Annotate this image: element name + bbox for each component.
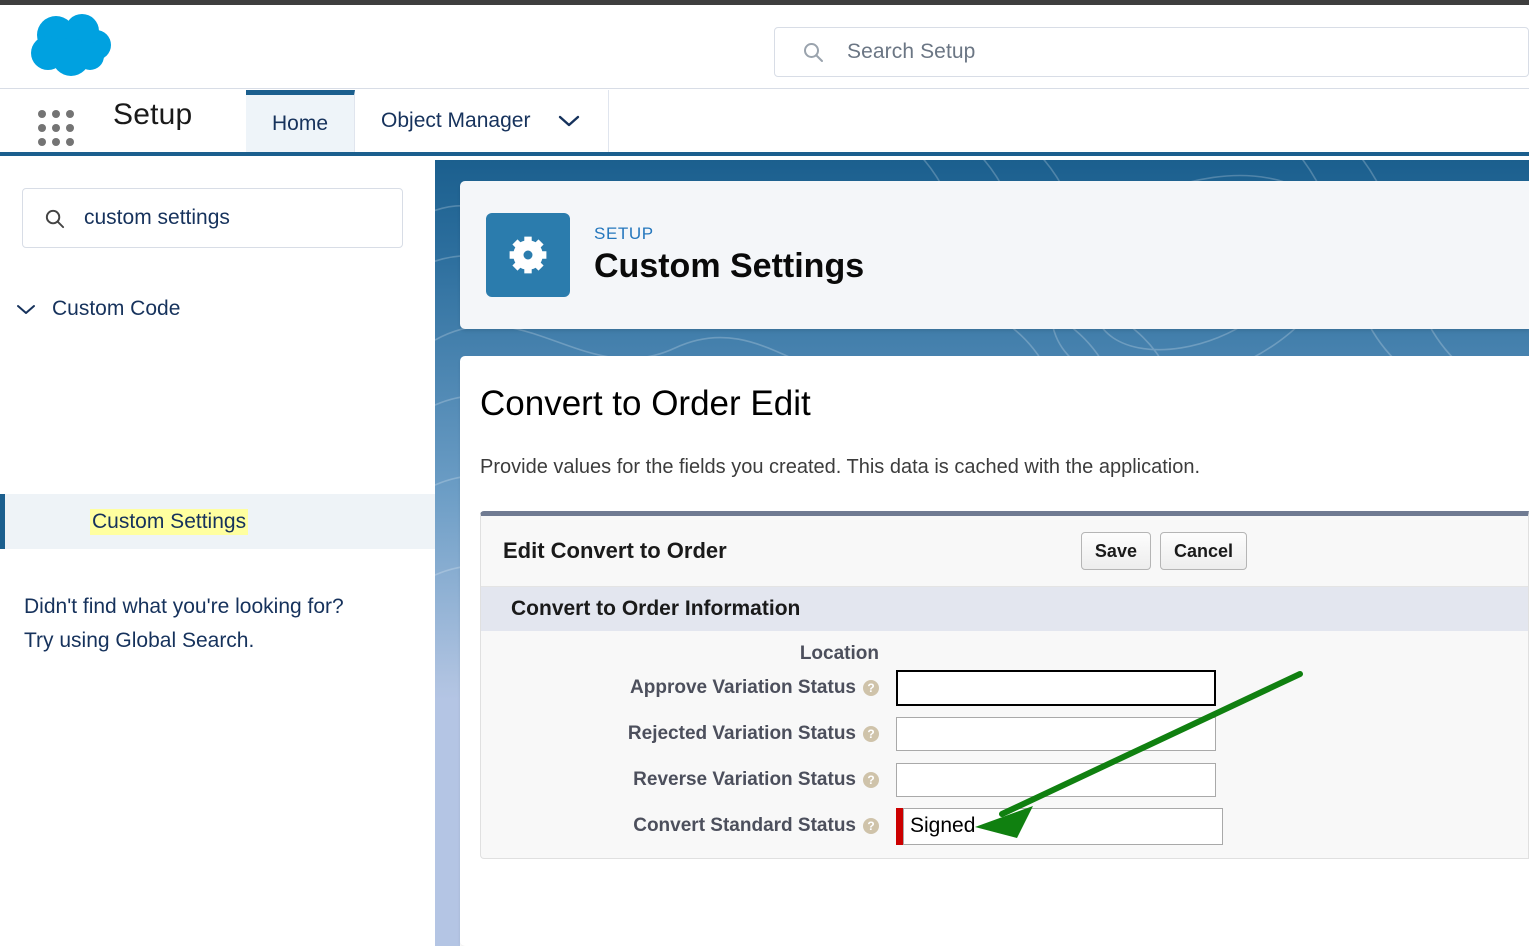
panel-action-buttons: Save Cancel <box>1080 532 1247 570</box>
chevron-down-icon[interactable] <box>556 113 582 129</box>
sidebar-group-label: Custom Code <box>52 297 181 320</box>
help-icon[interactable]: ? <box>863 772 879 788</box>
help-icon[interactable]: ? <box>863 680 879 696</box>
field-label-reverse-variation-status: Reverse Variation Status ? <box>481 769 879 791</box>
content-heading: Convert to Order Edit <box>480 384 811 423</box>
gear-icon <box>486 213 570 297</box>
cancel-button[interactable]: Cancel <box>1159 532 1247 570</box>
field-row-rejected-variation-status: Rejected Variation Status ? <box>481 711 1528 757</box>
setup-sidebar: custom settings Custom Code Custom Setti… <box>0 160 435 946</box>
app-launcher-grid-icon[interactable] <box>38 110 74 146</box>
field-list: Location Approve Variation Status ? Reje… <box>481 631 1528 849</box>
panel-title-bar: Edit Convert to Order Save Cancel <box>481 516 1528 587</box>
field-row-reverse-variation-status: Reverse Variation Status ? <box>481 757 1528 803</box>
field-label-convert-standard-status: Convert Standard Status ? <box>481 815 879 837</box>
chevron-down-icon[interactable] <box>14 302 38 316</box>
backdrop-left-strip <box>435 700 460 946</box>
save-button-label: Save <box>1094 540 1137 561</box>
salesforce-cloud-logo[interactable] <box>26 13 122 79</box>
tab-home[interactable]: Home <box>246 90 356 152</box>
field-label-rejected-variation-status: Rejected Variation Status ? <box>481 723 879 745</box>
global-search-placeholder: Search Setup <box>847 40 976 63</box>
column-header-location: Location <box>799 643 879 664</box>
save-button[interactable]: Save <box>1080 532 1151 570</box>
sidebar-group-custom-code[interactable]: Custom Code <box>0 285 435 333</box>
quick-find-search-input[interactable]: custom settings <box>22 188 403 248</box>
sidebar-item-label: Custom Settings <box>90 508 249 535</box>
tab-home-label: Home <box>272 111 329 135</box>
panel-title: Edit Convert to Order <box>503 538 727 563</box>
field-label-text: Approve Variation Status <box>630 677 856 698</box>
quick-find-value: custom settings <box>84 206 230 229</box>
global-search-box[interactable]: Search Setup <box>774 27 1529 77</box>
field-control-wrap: Signed <box>896 807 1223 845</box>
nav-tab-list: Home Object Manager <box>246 90 610 152</box>
cancel-button-label: Cancel <box>1173 540 1233 561</box>
field-label-text: Rejected Variation Status <box>627 723 856 744</box>
convert-standard-status-input[interactable]: Signed <box>903 807 1223 845</box>
search-icon <box>43 207 66 230</box>
edit-convert-to-order-panel: Edit Convert to Order Save Cancel Conver… <box>480 511 1529 859</box>
field-label-text: Reverse Variation Status <box>633 769 856 790</box>
field-label-text: Convert Standard Status <box>633 815 856 836</box>
tab-object-manager[interactable]: Object Manager <box>355 90 610 152</box>
sidebar-item-custom-settings[interactable]: Custom Settings <box>0 494 435 549</box>
app-name-label: Setup <box>113 98 193 131</box>
approve-variation-status-input[interactable] <box>896 670 1216 706</box>
page-title: Custom Settings <box>594 247 865 285</box>
setup-nav-bar: Setup Home Object Manager <box>0 90 1529 156</box>
main-content-card: Convert to Order Edit Provide values for… <box>460 356 1529 946</box>
help-icon[interactable]: ? <box>863 818 879 834</box>
setup-page-header-card: SETUP Custom Settings <box>460 181 1529 329</box>
reverse-variation-status-input[interactable] <box>896 763 1216 797</box>
field-control-wrap <box>896 717 1216 751</box>
sidebar-help-line2: Try using Global Search. <box>24 629 255 652</box>
sidebar-help-text: Didn't find what you're looking for? Try… <box>24 590 419 658</box>
page-eyebrow: SETUP <box>594 224 654 243</box>
tab-object-manager-label: Object Manager <box>381 109 531 132</box>
search-icon <box>801 40 825 64</box>
section-header: Convert to Order Information <box>481 587 1528 631</box>
sidebar-help-line1: Didn't find what you're looking for? <box>24 595 344 618</box>
rejected-variation-status-input[interactable] <box>896 717 1216 751</box>
global-header: Search Setup <box>0 5 1529 89</box>
field-row-approve-variation-status: Approve Variation Status ? <box>481 665 1528 711</box>
field-label-approve-variation-status: Approve Variation Status ? <box>481 677 879 699</box>
field-row-convert-standard-status: Convert Standard Status ? Signed <box>481 803 1528 849</box>
setup-page-header-text: SETUP Custom Settings <box>594 224 864 286</box>
required-field-marker <box>896 807 903 845</box>
field-control-wrap <box>896 670 1216 706</box>
section-title: Convert to Order Information <box>511 597 801 620</box>
help-icon[interactable]: ? <box>863 726 879 742</box>
field-control-wrap <box>896 763 1216 797</box>
content-subheading: Provide values for the fields you create… <box>480 456 1201 478</box>
